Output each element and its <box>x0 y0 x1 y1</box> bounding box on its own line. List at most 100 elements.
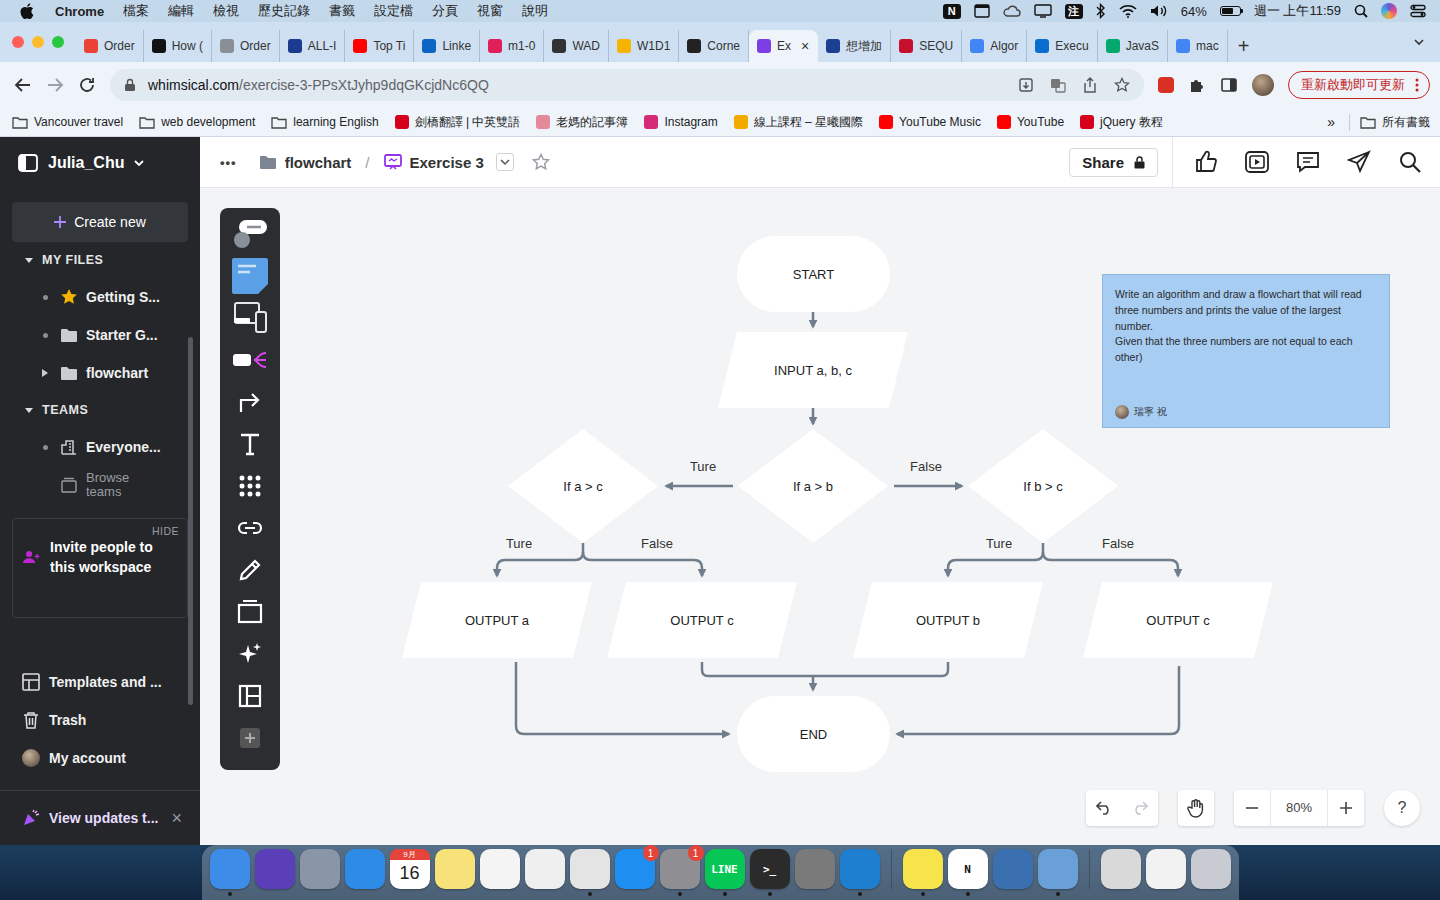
menu-item[interactable]: 視窗 <box>477 2 503 20</box>
menu-item[interactable]: 說明 <box>522 2 548 20</box>
spotlight-icon[interactable] <box>1354 4 1368 18</box>
tab-close-button[interactable]: × <box>801 38 809 54</box>
browser-tab[interactable]: mac <box>1168 30 1228 62</box>
dock-item[interactable] <box>840 849 880 896</box>
connector-arrow[interactable] <box>583 552 702 576</box>
side-panel-icon[interactable] <box>1220 76 1238 94</box>
minimize-window-button[interactable] <box>32 36 44 48</box>
dock-app-icon[interactable] <box>795 849 835 889</box>
breadcrumb-board[interactable]: Exercise 3 <box>384 154 484 171</box>
help-button[interactable]: ? <box>1384 790 1420 826</box>
share-page-icon[interactable] <box>1082 77 1098 93</box>
connector-label[interactable]: False <box>641 536 673 551</box>
sidebar-item[interactable]: Everyone... <box>0 428 200 466</box>
browser-tab[interactable]: Order <box>76 30 144 62</box>
bluetooth-icon[interactable] <box>1096 3 1106 19</box>
more-vertical-icon[interactable] <box>1415 78 1419 92</box>
send-icon[interactable] <box>1340 144 1377 181</box>
translate-icon[interactable] <box>1050 77 1066 93</box>
pen-tool-icon[interactable] <box>230 552 270 588</box>
bookmark[interactable]: Instagram <box>644 115 717 129</box>
browser-tab[interactable]: Order <box>212 30 280 62</box>
bookmark[interactable]: Vancouver travel <box>12 115 123 129</box>
browser-tab[interactable]: Algor <box>962 30 1027 62</box>
dock-item[interactable] <box>1101 849 1141 896</box>
dock-app-icon[interactable] <box>435 849 475 889</box>
sidebar-item[interactable]: Getting S... <box>0 278 200 316</box>
connector-label[interactable]: Ture <box>690 459 716 474</box>
bookmark[interactable]: 老媽的記事簿 <box>536 114 628 131</box>
dock-app-icon[interactable]: 1 <box>660 849 700 889</box>
dock-app-icon[interactable] <box>525 849 565 889</box>
sidebar-link[interactable]: My account <box>0 739 200 777</box>
link-tool-icon[interactable] <box>230 510 270 546</box>
sidebar-item[interactable]: Browse teams <box>0 466 200 504</box>
star-outline-icon[interactable] <box>532 153 550 171</box>
all-bookmarks[interactable]: 所有書籤 <box>1349 114 1430 131</box>
bookmark[interactable]: learning English <box>271 115 378 129</box>
plus-tool-icon[interactable] <box>230 720 270 756</box>
io-node[interactable]: OUTPUT c <box>1083 582 1273 658</box>
extensions-puzzle-icon[interactable] <box>1188 76 1206 94</box>
browser-tab[interactable]: JavaS <box>1098 30 1168 62</box>
clock[interactable]: 週一 上午11:59 <box>1254 2 1341 20</box>
chat-tool-icon[interactable] <box>230 216 270 252</box>
invite-link[interactable]: Invite people to this workspace <box>50 537 177 578</box>
dock-item[interactable] <box>1146 849 1186 896</box>
dock-item[interactable]: 9月16 <box>390 849 430 896</box>
connector-line[interactable] <box>702 662 948 676</box>
browser-tab[interactable]: SEQU <box>891 30 962 62</box>
dock-item[interactable] <box>435 849 475 896</box>
io-node[interactable]: OUTPUT b <box>853 582 1043 658</box>
dock-app-icon[interactable] <box>255 849 295 889</box>
bookmark[interactable]: YouTube Music <box>879 115 981 129</box>
menu-item[interactable]: 歷史記錄 <box>258 2 310 20</box>
dock-app-icon[interactable] <box>1038 849 1078 889</box>
dock-app-icon[interactable] <box>1146 849 1186 889</box>
like-icon[interactable] <box>1187 144 1224 181</box>
frame-tool-icon[interactable] <box>230 594 270 630</box>
bookmark[interactable]: jQuery 教程 <box>1080 114 1163 131</box>
menu-item[interactable]: 書籤 <box>329 2 355 20</box>
dock-item[interactable] <box>1191 849 1231 896</box>
dock-app-icon[interactable]: >_ <box>750 849 790 889</box>
io-node[interactable]: OUTPUT c <box>607 582 797 658</box>
dock-app-icon[interactable] <box>1191 849 1231 889</box>
terminal-node[interactable]: END <box>737 696 890 772</box>
install-icon[interactable] <box>1018 77 1034 93</box>
dock-app-icon[interactable] <box>993 849 1033 889</box>
comment-icon[interactable] <box>1289 144 1326 181</box>
dock-item[interactable] <box>795 849 835 896</box>
dock-item[interactable] <box>255 849 295 896</box>
undo-button[interactable] <box>1086 790 1122 826</box>
dock-item[interactable] <box>300 849 340 896</box>
breadcrumb-folder[interactable]: flowchart <box>259 154 352 171</box>
sidebar-link[interactable]: Templates and ... <box>0 663 200 701</box>
board-canvas[interactable]: STARTINPUT a, b, cIf a > bIf a > cIf b >… <box>200 188 1440 845</box>
dock-app-icon[interactable]: LINE <box>705 849 745 889</box>
layout-tool-icon[interactable] <box>230 678 270 714</box>
browser-tab[interactable]: Top Ti <box>345 30 414 62</box>
browser-tab[interactable]: Corne <box>679 30 749 62</box>
dock-app-icon[interactable] <box>903 849 943 889</box>
dock-item[interactable]: 1 <box>660 849 700 896</box>
arrow-tool-icon[interactable] <box>230 384 270 420</box>
hide-button[interactable]: HIDE <box>152 525 179 537</box>
dock-item[interactable] <box>210 849 250 896</box>
bookmark[interactable]: 線上課程 – 星曦國際 <box>734 114 863 131</box>
sticky-tool-icon[interactable] <box>230 258 270 294</box>
browser-tab[interactable]: WAD <box>544 30 609 62</box>
io-node[interactable]: OUTPUT a <box>402 582 592 658</box>
dock-item[interactable] <box>345 849 385 896</box>
wifi-icon[interactable] <box>1119 4 1137 18</box>
grid-tool-icon[interactable] <box>230 468 270 504</box>
dock-app-icon[interactable] <box>570 849 610 889</box>
dock-item[interactable]: N <box>948 849 988 896</box>
browser-tab[interactable]: 想增加 <box>818 30 891 62</box>
redo-button[interactable] <box>1122 790 1158 826</box>
sidebar-item[interactable]: Starter G... <box>0 316 200 354</box>
volume-icon[interactable] <box>1150 4 1168 18</box>
section-header[interactable]: TEAMS <box>0 392 200 428</box>
dock-item[interactable] <box>903 849 943 896</box>
connector-arrow[interactable] <box>812 312 815 327</box>
